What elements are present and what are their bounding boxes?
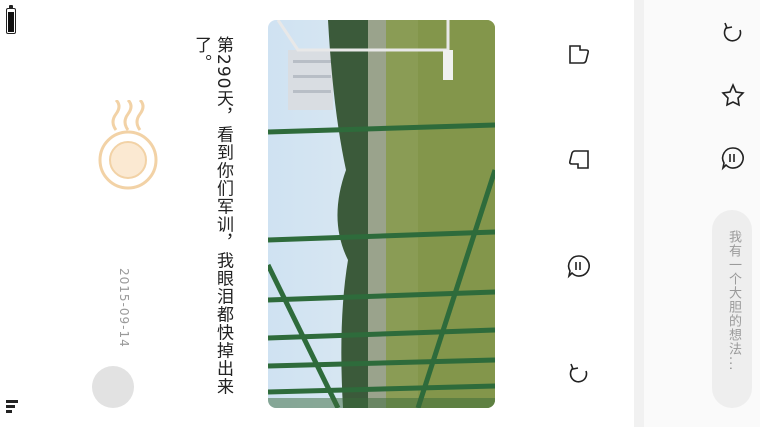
post-text: 第290天，看到你们军训，我眼泪都快掉出来了。: [191, 36, 233, 396]
share-icon[interactable]: [566, 361, 592, 387]
post-photo[interactable]: [268, 20, 495, 408]
comment-placeholder: 我有一个大胆的想法...: [726, 230, 741, 372]
star-icon[interactable]: [720, 82, 746, 108]
post-date: 2015-09-14: [117, 268, 131, 348]
battery-icon: [6, 5, 16, 34]
comment-input[interactable]: 我有一个大胆的想法...: [712, 210, 752, 408]
avatar[interactable]: [92, 366, 134, 408]
comment-icon[interactable]: [566, 253, 592, 279]
share-icon[interactable]: [720, 20, 746, 46]
thumb-down-icon[interactable]: [566, 148, 592, 174]
thumb-up-icon[interactable]: [566, 40, 592, 66]
divider: [634, 0, 644, 427]
brand-logo: [96, 98, 160, 196]
comment-icon[interactable]: [720, 145, 746, 171]
signal-icon: [6, 400, 18, 420]
